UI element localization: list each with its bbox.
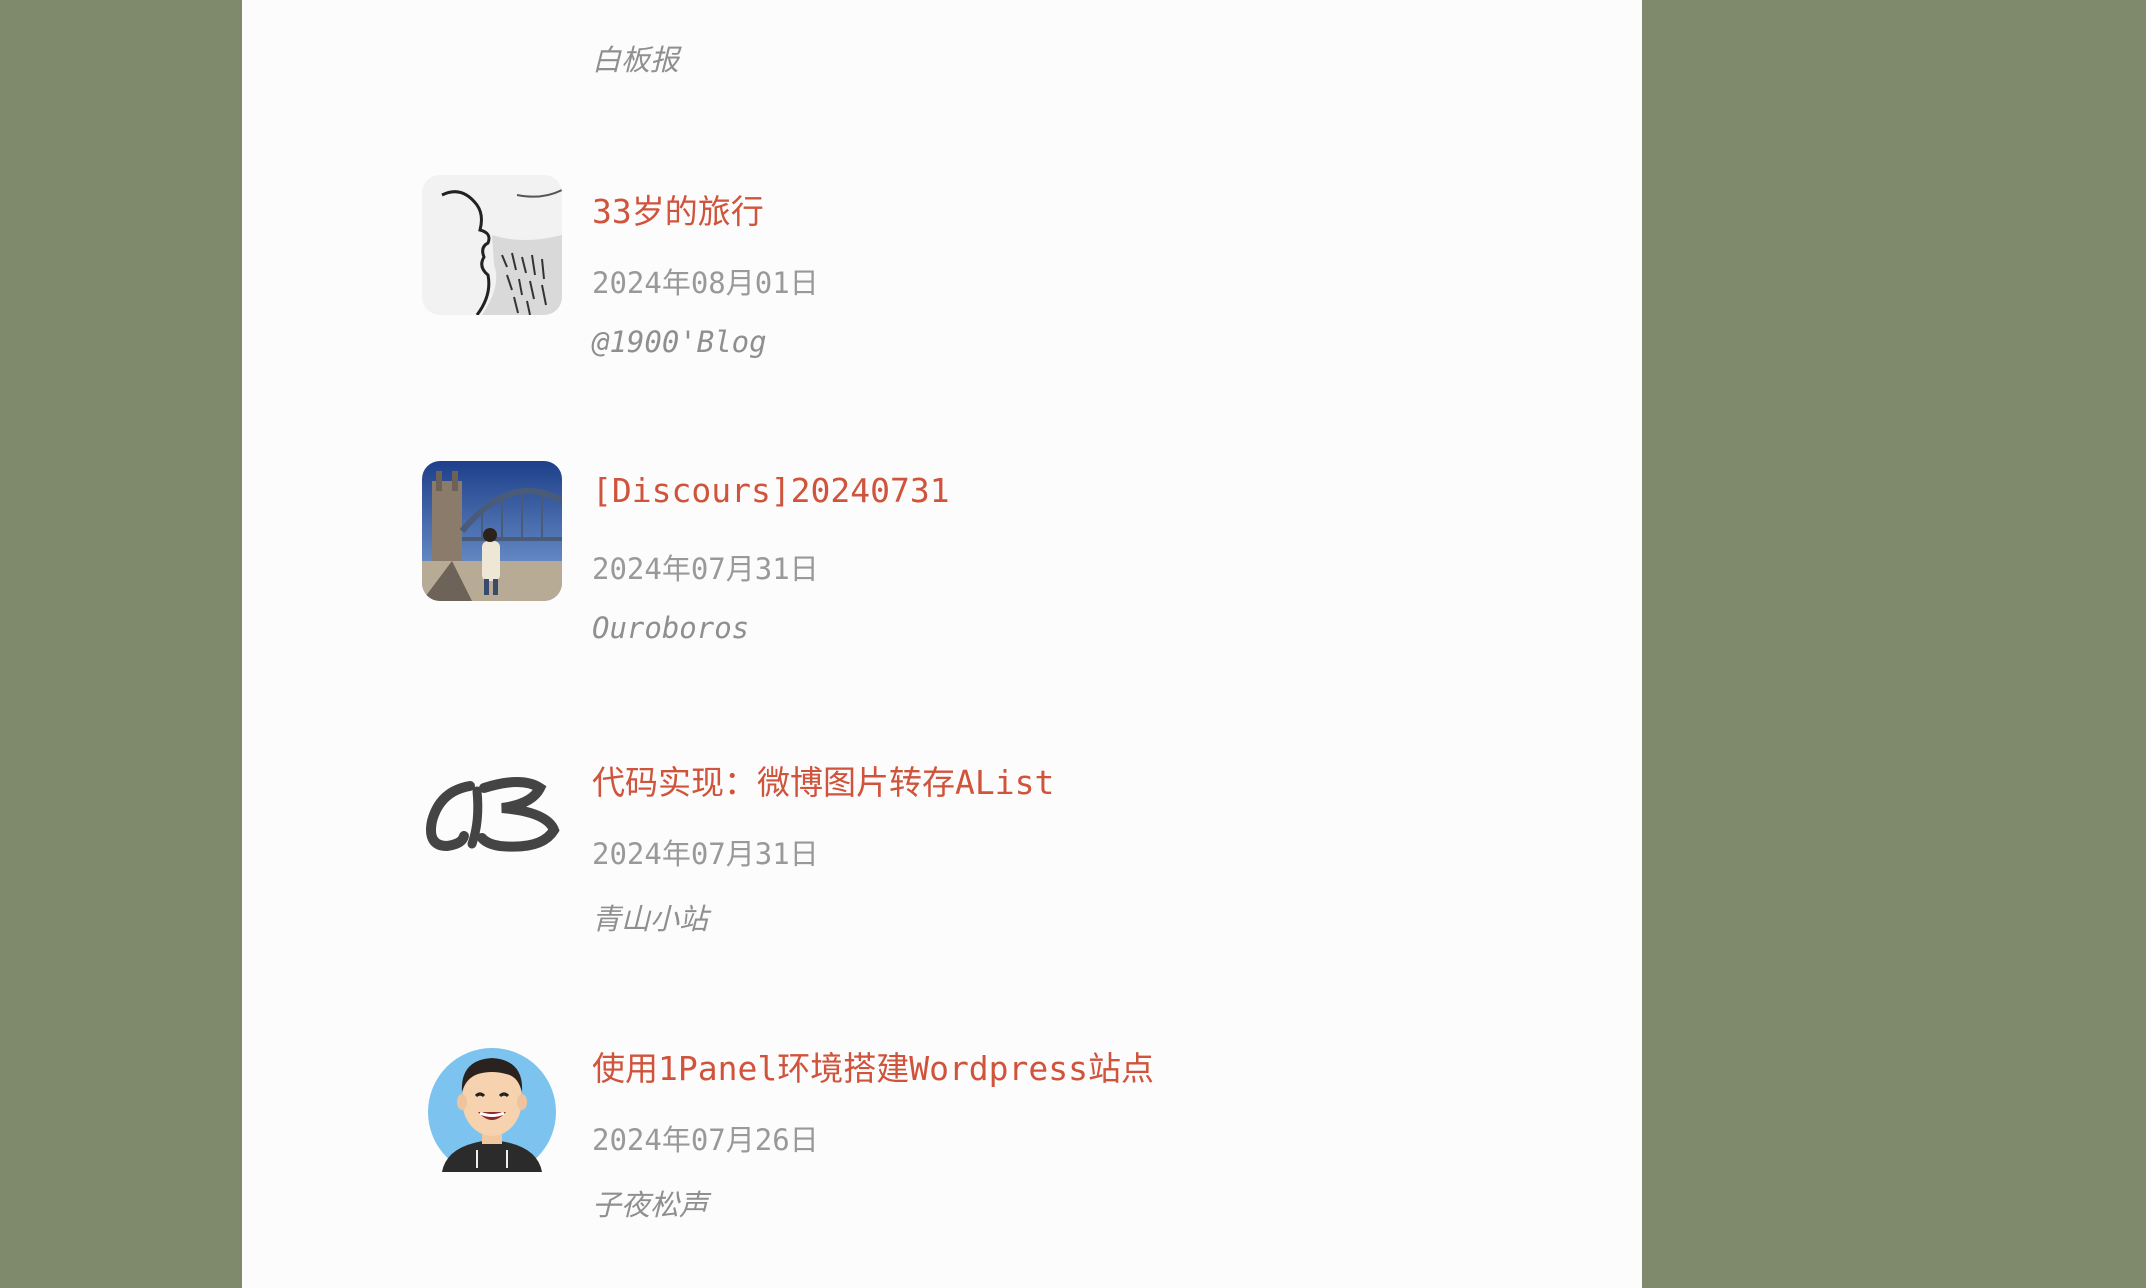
post-source[interactable]: Ouroboros: [592, 611, 749, 645]
post-date: 2024年08月01日: [592, 266, 819, 300]
post-source[interactable]: 白板报: [592, 37, 679, 79]
avatar[interactable]: [422, 746, 562, 886]
post-source[interactable]: 子夜松声: [592, 1182, 708, 1224]
post-source[interactable]: 青山小站: [592, 896, 708, 938]
avatar[interactable]: [422, 461, 562, 601]
bridge-photo-icon: [422, 461, 562, 601]
cartoon-man-icon: [422, 1032, 562, 1172]
post-title-link[interactable]: 代码实现：微博图片转存AList: [592, 756, 1054, 804]
post-title-link[interactable]: 使用1Panel环境搭建Wordpress站点: [592, 1042, 1154, 1090]
post-date: 2024年07月31日: [592, 837, 819, 871]
post-date: 2024年07月31日: [592, 552, 819, 586]
post-title-link[interactable]: [Discours]20240731: [592, 471, 950, 510]
cartoon-duck-icon: [422, 0, 562, 2]
main-panel: 白板报 33岁的旅行 2024年08月01日 @1900'Blog [Disco…: [242, 0, 1642, 1288]
post-date: 2024年07月26日: [592, 1123, 819, 1157]
sketch-face-icon: [422, 175, 562, 315]
avatar[interactable]: [422, 0, 562, 2]
avatar[interactable]: [422, 1032, 562, 1172]
calligraphy-logo-icon: [422, 746, 562, 886]
post-title-link[interactable]: 33岁的旅行: [592, 185, 764, 233]
avatar[interactable]: [422, 175, 562, 315]
post-source[interactable]: @1900'Blog: [592, 325, 767, 359]
